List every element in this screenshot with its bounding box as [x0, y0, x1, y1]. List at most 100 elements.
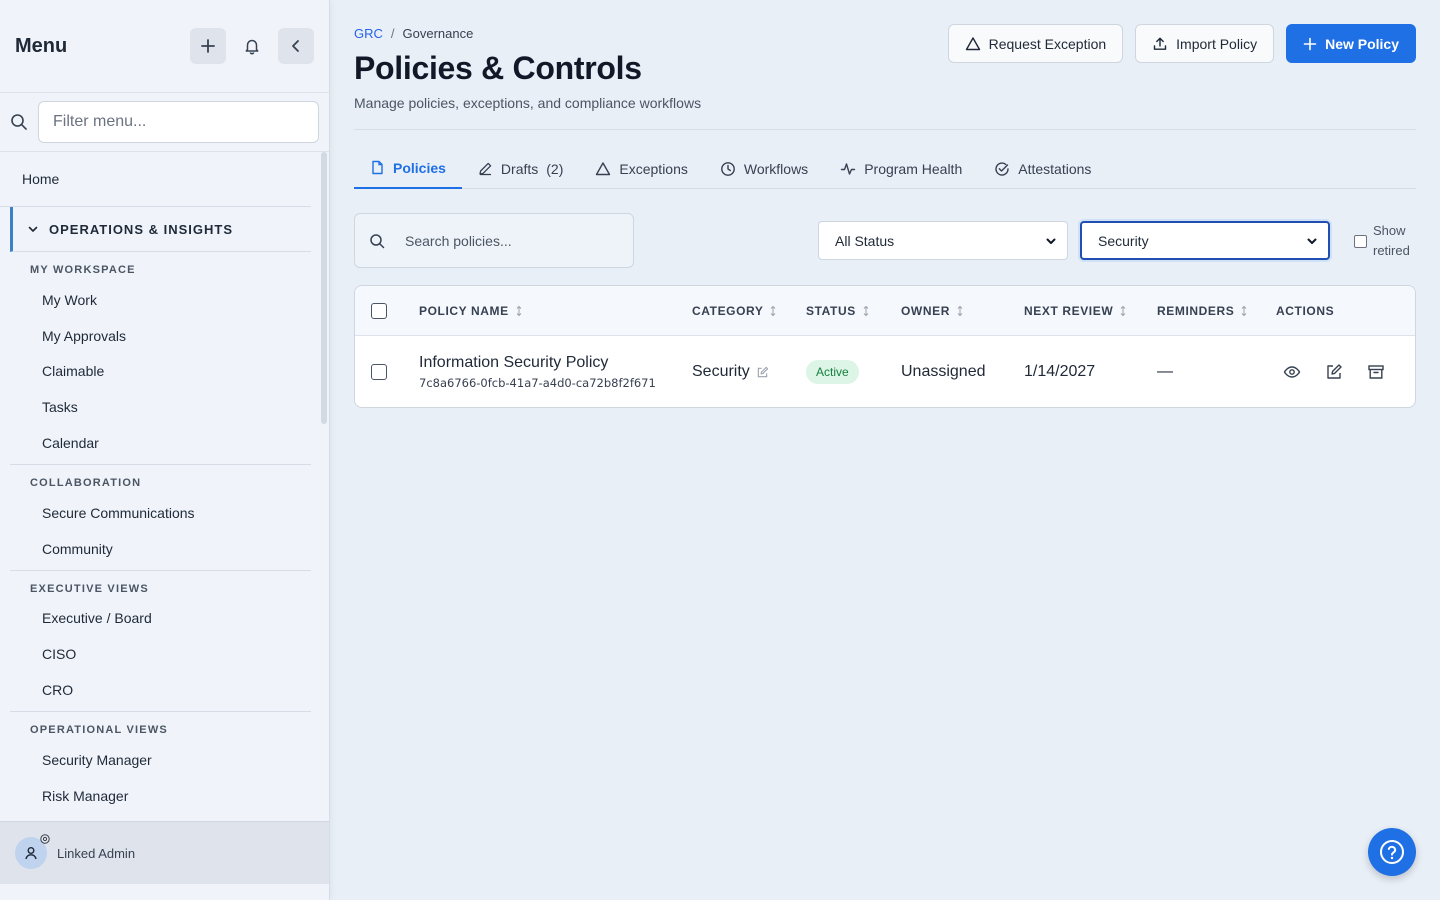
tab-workflows[interactable]: Workflows: [704, 148, 824, 189]
sort-icon: [516, 305, 522, 317]
tabs: Policies Drafts (2) Exceptions Workflows…: [354, 148, 1416, 189]
show-retired-label: Show retired: [1373, 223, 1410, 258]
new-policy-label: New Policy: [1325, 35, 1399, 52]
activity-icon: [840, 162, 856, 175]
gear-icon: [40, 834, 50, 844]
sidebar-item-tasks[interactable]: Tasks: [10, 389, 311, 425]
category-select-value: Security: [1098, 232, 1149, 249]
search-policies-input[interactable]: [405, 232, 605, 249]
column-header-actions: ACTIONS: [1276, 286, 1334, 336]
sidebar-item-secure-communications[interactable]: Secure Communications: [10, 495, 311, 531]
tab-workflows-label: Workflows: [743, 160, 809, 177]
column-header-label: POLICY NAME: [419, 304, 509, 318]
page-subtitle: Manage policies, exceptions, and complia…: [354, 95, 702, 111]
user-icon: [25, 847, 37, 860]
sidebar-item-claimable[interactable]: Claimable: [10, 354, 311, 390]
policy-name[interactable]: Information Security Policy: [419, 354, 608, 372]
main-content: GRC / Governance Policies & Controls Man…: [354, 0, 1416, 900]
notifications-button[interactable]: [234, 28, 270, 64]
upload-icon: [1153, 37, 1167, 50]
view-button[interactable]: [1283, 363, 1301, 381]
chevron-down-icon: [1046, 238, 1056, 244]
show-retired-toggle[interactable]: Show retired: [1354, 221, 1423, 261]
sidebar-item-cro[interactable]: CRO: [10, 672, 311, 708]
tab-drafts[interactable]: Drafts (2): [462, 148, 579, 189]
sidebar-item-ciso[interactable]: CISO: [10, 636, 311, 672]
sidebar-item-my-approvals[interactable]: My Approvals: [10, 318, 311, 354]
column-header-owner[interactable]: OWNER: [901, 286, 964, 336]
column-header-reminders[interactable]: REMINDERS: [1157, 286, 1248, 336]
sort-icon: [771, 305, 776, 317]
category-cell: Security: [692, 336, 769, 407]
row-checkbox[interactable]: [371, 364, 387, 380]
select-all-checkbox[interactable]: [371, 303, 387, 319]
sort-icon: [863, 305, 869, 317]
request-exception-button[interactable]: Request Exception: [947, 24, 1124, 63]
filter-menu-input[interactable]: [38, 101, 319, 143]
import-policy-button[interactable]: Import Policy: [1135, 24, 1275, 63]
header-divider: [354, 129, 1416, 130]
table-row[interactable]: Information Security Policy 7c8a6766-0fc…: [355, 336, 1415, 407]
sidebar-group-title: MY WORKSPACE: [30, 264, 136, 276]
sidebar-item-my-work[interactable]: My Work: [10, 282, 311, 318]
sidebar-nav: Home OPERATIONS & INSIGHTS MY WORKSPACE …: [0, 152, 329, 821]
help-button[interactable]: [1368, 828, 1416, 876]
chevron-down-icon: [1307, 238, 1317, 244]
sidebar-item-calendar[interactable]: Calendar: [10, 425, 311, 461]
add-button[interactable]: [190, 28, 226, 64]
tab-exceptions[interactable]: Exceptions: [579, 148, 703, 189]
sidebar-section-operations[interactable]: OPERATIONS & INSIGHTS: [10, 207, 311, 252]
eye-icon: [1283, 366, 1301, 378]
tab-drafts-label: Drafts: [500, 160, 539, 177]
category-select[interactable]: Security: [1080, 221, 1330, 260]
breadcrumb-link-grc[interactable]: GRC: [354, 26, 383, 41]
request-exception-label: Request Exception: [988, 35, 1107, 52]
sidebar-filter: [0, 93, 329, 152]
column-header-label: REMINDERS: [1157, 304, 1235, 318]
column-header-label: ACTIONS: [1276, 304, 1335, 318]
sidebar-item-risk-manager[interactable]: Risk Manager: [10, 778, 311, 814]
bell-icon: [245, 39, 259, 55]
owner-value: Unassigned: [901, 363, 986, 380]
next-review-value: 1/14/2027: [1024, 363, 1096, 380]
show-retired-checkbox[interactable]: [1354, 234, 1367, 248]
row-select-cell: [371, 336, 387, 407]
sidebar-scrollbar[interactable]: [321, 152, 327, 424]
status-select[interactable]: All Status: [818, 221, 1068, 260]
column-header-status[interactable]: STATUS: [806, 286, 870, 336]
help-icon: [1380, 840, 1404, 864]
status-cell: Active: [806, 336, 859, 407]
import-policy-label: Import Policy: [1176, 35, 1258, 52]
collapse-sidebar-button[interactable]: [278, 28, 314, 64]
sort-icon: [1120, 305, 1126, 317]
sidebar-item-executive-board[interactable]: Executive / Board: [10, 601, 311, 637]
search-icon: [370, 233, 385, 248]
column-header-category[interactable]: CATEGORY: [692, 286, 777, 336]
tab-attestations[interactable]: Attestations: [978, 148, 1107, 189]
sidebar-group-operational-views: OPERATIONAL VIEWS Security Manager Risk …: [10, 712, 311, 817]
breadcrumb: GRC / Governance: [354, 26, 473, 41]
tab-policies[interactable]: Policies: [354, 148, 462, 189]
column-header-label: OWNER: [901, 304, 950, 318]
column-header-label: STATUS: [806, 304, 856, 318]
select-all-cell: [371, 286, 387, 336]
sidebar-group-my-workspace: MY WORKSPACE My Work My Approvals Claima…: [10, 252, 311, 465]
column-header-next-review[interactable]: NEXT REVIEW: [1024, 286, 1127, 336]
edit-button[interactable]: [1325, 363, 1343, 381]
tab-program-health[interactable]: Program Health: [824, 148, 978, 189]
tab-attestations-label: Attestations: [1018, 160, 1092, 177]
warning-triangle-icon: [596, 161, 611, 175]
new-policy-button[interactable]: New Policy: [1286, 24, 1416, 63]
user-name: Linked Admin: [57, 845, 136, 861]
column-header-policy-name[interactable]: POLICY NAME: [419, 286, 523, 336]
page-title: Policies & Controls: [354, 50, 642, 86]
sidebar-item-home[interactable]: Home: [0, 152, 311, 207]
archive-button[interactable]: [1367, 363, 1385, 381]
user-profile[interactable]: Linked Admin: [0, 821, 329, 884]
search-icon: [10, 113, 38, 131]
sidebar-item-community[interactable]: Community: [10, 531, 311, 567]
archive-icon: [1368, 365, 1384, 379]
search-box: [354, 213, 634, 268]
edit-category-icon[interactable]: [756, 366, 769, 379]
sidebar-item-security-manager[interactable]: Security Manager: [10, 742, 311, 778]
